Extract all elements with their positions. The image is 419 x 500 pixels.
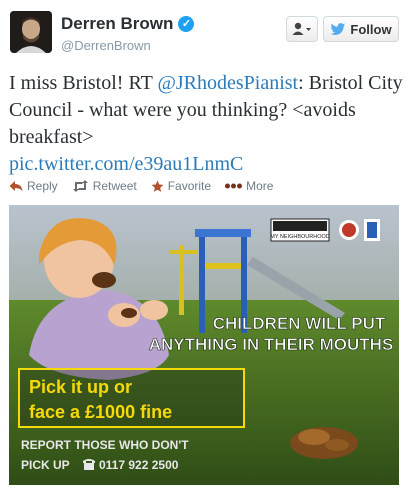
phone-icon xyxy=(83,459,95,470)
pickup-text: PICK UP xyxy=(21,458,70,472)
favorite-label[interactable]: Favorite xyxy=(168,179,211,193)
more-label[interactable]: More xyxy=(246,179,273,193)
phone-number: 0117 922 2500 xyxy=(99,458,179,472)
more-dots-icon xyxy=(225,183,243,189)
dog-mess xyxy=(290,427,358,459)
follow-button[interactable]: Follow xyxy=(323,16,399,42)
mention-link[interactable]: @JRhodesPianist xyxy=(157,72,298,94)
retweet-label[interactable]: Retweet xyxy=(93,179,137,193)
follow-label: Follow xyxy=(350,21,392,37)
display-name-text[interactable]: Derren Brown xyxy=(61,14,173,34)
verified-badge-icon: ✓ xyxy=(178,16,195,32)
display-name[interactable]: Derren Brown ✓ xyxy=(61,14,195,34)
reply-label[interactable]: Reply xyxy=(27,179,58,193)
twitter-bird-icon xyxy=(330,22,346,35)
headline-line1: CHILDREN WILL PUT xyxy=(213,314,386,333)
warning-line1: Pick it up or xyxy=(29,377,132,397)
avatar[interactable] xyxy=(10,11,52,53)
report-line: REPORT THOSE WHO DON'T xyxy=(21,438,189,452)
reply-action[interactable]: Reply xyxy=(9,179,58,193)
reply-icon xyxy=(9,181,23,191)
retweet-icon xyxy=(72,180,88,192)
tweet-text-part1: I miss Bristol! RT xyxy=(9,72,158,94)
user-actions-button[interactable] xyxy=(286,16,318,42)
warning-line2: face a £1000 fine xyxy=(29,402,172,422)
more-action[interactable]: More xyxy=(225,179,273,193)
headline-line2: ANYTHING IN THEIR MOUTHS xyxy=(149,335,394,354)
tweet-text: I miss Bristol! RT @JRhodesPianist: Bris… xyxy=(9,70,409,178)
star-icon xyxy=(151,180,164,192)
tweet-actions: Reply Retweet Favorite More xyxy=(9,178,287,194)
pic-link[interactable]: pic.twitter.com/e39au1LnmC xyxy=(9,153,243,175)
tweet-media-image[interactable]: MY NEIGHBOURHOOD CHILDREN WILL PUT ANYTH… xyxy=(9,205,399,485)
user-handle[interactable]: @DerrenBrown xyxy=(61,38,151,53)
favorite-action[interactable]: Favorite xyxy=(151,179,211,193)
tweet-header: Derren Brown ✓ @DerrenBrown Follow xyxy=(0,0,419,66)
warning-box: Pick it up or face a £1000 fine xyxy=(18,368,245,428)
user-dropdown-icon xyxy=(292,22,311,35)
logo-text: MY NEIGHBOURHOOD xyxy=(270,234,330,240)
retweet-action[interactable]: Retweet xyxy=(72,179,137,193)
